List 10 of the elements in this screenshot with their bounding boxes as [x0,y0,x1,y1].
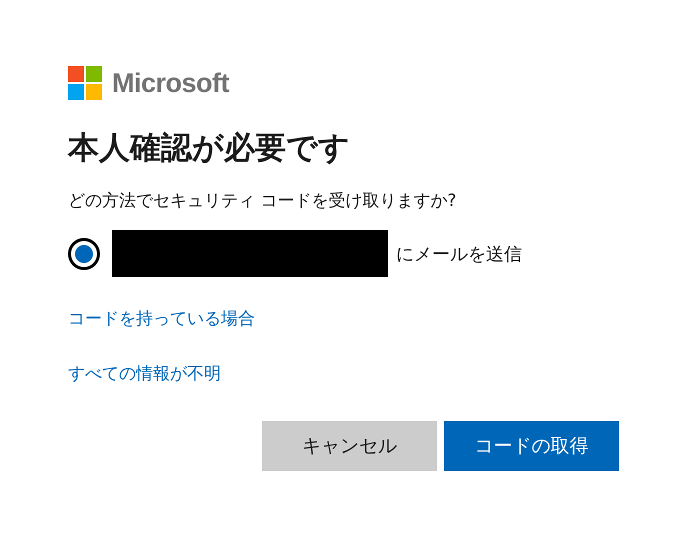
logo-wordmark: Microsoft [112,68,229,98]
link[interactable]: すべての情報が不明 [68,362,221,386]
option-label: にメールを送信 [396,242,522,266]
logo-icon [68,66,102,100]
get-code-button[interactable]: コードの取得 [444,421,619,472]
cancel-button[interactable]: キャンセル [262,421,437,472]
page-title: 本人確認が必要です [68,130,351,168]
prompt-text: どの方法でセキュリティ コードを受け取りますか? [68,190,458,212]
link[interactable]: コードを持っている場合 [68,307,255,330]
radio-button[interactable] [68,238,100,270]
